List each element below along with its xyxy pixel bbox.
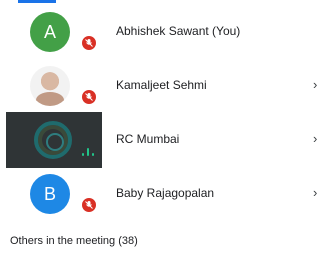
- chevron-right-icon[interactable]: ›: [313, 185, 317, 200]
- video-tile: [6, 112, 102, 168]
- mic-off-icon: [80, 34, 98, 52]
- participant-name: Abhishek Sawant (You): [116, 24, 241, 38]
- participant-row[interactable]: Kamaljeet Sehmi ›: [0, 58, 329, 114]
- participant-name: Baby Rajagopalan: [116, 186, 215, 200]
- mic-off-icon: [80, 196, 98, 214]
- others-section-header: Others in the meeting (38): [10, 235, 138, 247]
- participant-name: RC Mumbai: [116, 132, 180, 146]
- mic-off-icon: [80, 88, 98, 106]
- audio-level-icon: [82, 148, 96, 156]
- participant-name: Kamaljeet Sehmi: [116, 78, 207, 92]
- participant-row[interactable]: RC Mumbai ›: [0, 112, 329, 168]
- chevron-right-icon[interactable]: ›: [313, 77, 317, 92]
- avatar: [30, 66, 70, 106]
- participant-row[interactable]: A Abhishek Sawant (You): [0, 4, 329, 60]
- video-thumbnail: [34, 121, 72, 159]
- avatar: B: [30, 174, 70, 214]
- tab-indicator: [18, 0, 56, 3]
- participant-row[interactable]: B Baby Rajagopalan ›: [0, 166, 329, 222]
- avatar: A: [30, 12, 70, 52]
- chevron-right-icon[interactable]: ›: [313, 131, 317, 146]
